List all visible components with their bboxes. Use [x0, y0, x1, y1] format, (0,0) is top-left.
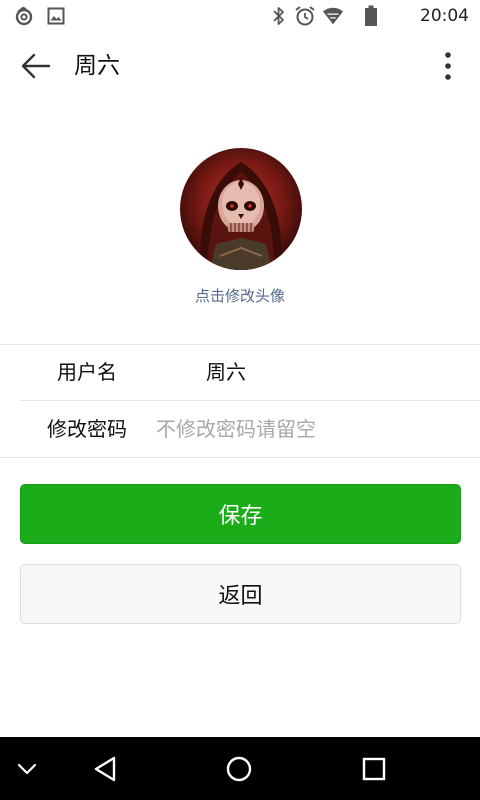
nav-recents-button[interactable]: [354, 749, 394, 789]
divider: [0, 457, 480, 458]
more-vert-icon: [445, 52, 451, 80]
password-input[interactable]: [156, 410, 456, 448]
wifi-icon: [322, 5, 344, 27]
avatar[interactable]: [180, 148, 302, 270]
nav-home-button[interactable]: [219, 749, 259, 789]
nav-back-icon: [94, 756, 116, 782]
username-value: 周六: [206, 360, 246, 384]
save-button[interactable]: 保存: [20, 484, 461, 544]
divider: [0, 344, 480, 345]
status-time: 20:04: [420, 6, 469, 26]
chevron-down-icon: [17, 763, 37, 775]
nav-home-icon: [226, 756, 252, 782]
return-button[interactable]: 返回: [20, 564, 461, 624]
password-label: 修改密码: [47, 417, 127, 441]
status-bar: 20:04: [0, 0, 480, 32]
more-options-button[interactable]: [430, 46, 466, 86]
skull-avatar-image: [180, 148, 302, 270]
arrow-left-icon: [21, 53, 51, 79]
change-avatar-link[interactable]: 点击修改头像: [140, 285, 340, 307]
app-bar: 周六: [0, 32, 480, 100]
username-label: 用户名: [57, 360, 117, 384]
back-button[interactable]: [14, 44, 58, 88]
divider: [20, 400, 480, 401]
system-nav-bar: [0, 737, 480, 800]
page-title: 周六: [74, 53, 120, 79]
bluetooth-icon: [268, 5, 290, 27]
nav-recents-icon: [362, 757, 386, 781]
image-notification-icon: [45, 5, 67, 27]
battery-icon: [360, 5, 382, 27]
nav-back-button[interactable]: [85, 749, 125, 789]
nav-collapse-button[interactable]: [7, 749, 47, 789]
sync-app-icon: [13, 5, 35, 27]
alarm-icon: [294, 5, 316, 27]
